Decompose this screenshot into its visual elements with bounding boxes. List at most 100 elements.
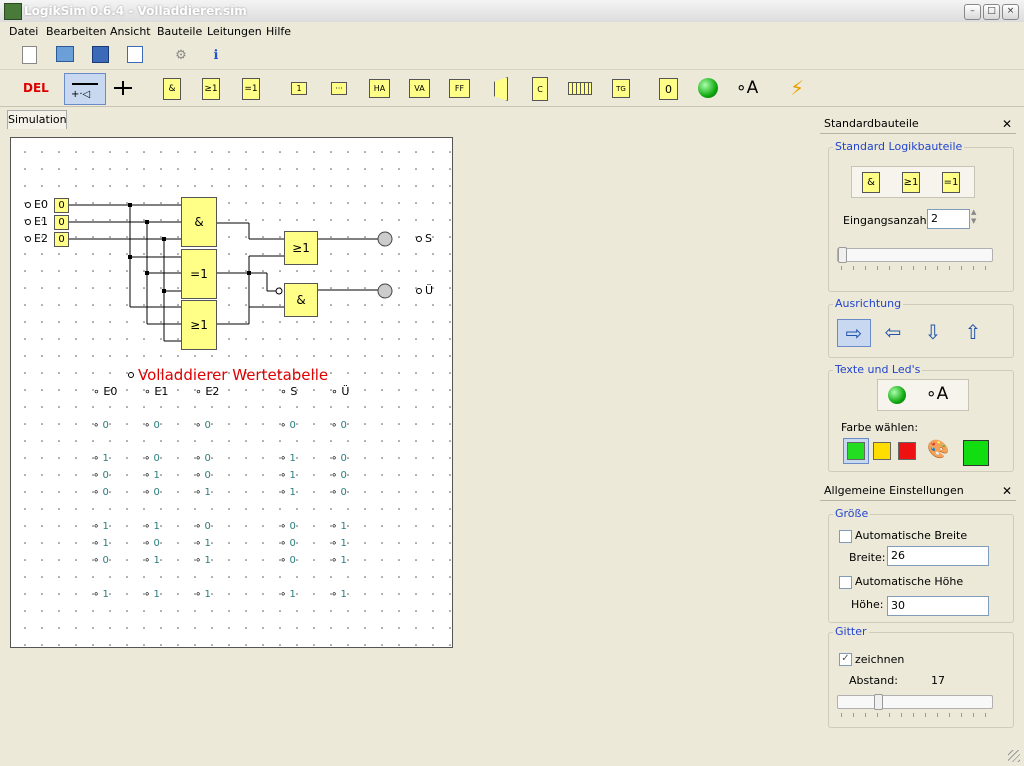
delete-button[interactable]: DEL — [23, 81, 49, 95]
xor-gate-icon[interactable]: =1 — [242, 78, 260, 100]
text-tool-icon[interactable]: ∘A — [736, 78, 758, 98]
orientation-right-icon[interactable]: ⇨ — [837, 319, 871, 347]
menu-bearbeiten[interactable]: Bearbeiten — [46, 25, 106, 38]
table-cell: ∘ 0 — [144, 420, 160, 431]
width-field[interactable]: 26 — [887, 546, 989, 566]
orientation-down-icon[interactable]: ⇩ — [917, 319, 949, 345]
settings-gear-icon[interactable]: ⚙ — [172, 46, 190, 64]
minimize-button[interactable]: – — [964, 4, 981, 20]
panel-title-standard: Standardbauteile — [824, 117, 919, 130]
and-gate-1[interactable]: & — [181, 197, 217, 247]
save-as-icon[interactable] — [127, 46, 143, 63]
or-gate-1[interactable]: ≥1 — [181, 300, 217, 350]
auto-width-label: Automatische Breite — [855, 529, 968, 542]
menu-ansicht[interactable]: Ansicht — [110, 25, 151, 38]
xor-gate[interactable]: =1 — [181, 249, 217, 299]
save-icon[interactable] — [92, 46, 109, 63]
and-gate-output[interactable]: & — [284, 283, 318, 317]
orientation-left-icon[interactable]: ⇦ — [877, 319, 909, 345]
group-title-standard-gates: Standard Logikbauteile — [833, 140, 965, 153]
gate-chooser: & ≥1 =1 — [851, 166, 975, 198]
full-adder-icon[interactable]: VA — [409, 79, 430, 98]
new-file-icon[interactable] — [22, 46, 37, 64]
table-cell: ∘ 0 — [331, 487, 347, 498]
input-switch-e0[interactable]: 0 — [54, 198, 69, 213]
circuit-canvas[interactable]: E0 E1 E2 0 0 0 & =1 ≥1 ≥1 & S Ü Volladdi… — [10, 137, 453, 648]
table-cell: ∘ 0 — [144, 453, 160, 464]
input-switch-e1[interactable]: 0 — [54, 215, 69, 230]
slider-thumb[interactable] — [838, 247, 847, 263]
draw-grid-checkbox[interactable]: ✓ — [839, 653, 852, 666]
color-swatch-red[interactable] — [898, 442, 916, 460]
table-cell: ∘ 1 — [144, 589, 160, 600]
color-palette-icon[interactable]: 🎨 — [927, 439, 949, 460]
input-count-spinner[interactable]: ▲ ▼ — [971, 208, 976, 226]
selected-color-preview — [963, 440, 989, 466]
close-button[interactable]: × — [1002, 4, 1019, 20]
menu-hilfe[interactable]: Hilfe — [266, 25, 291, 38]
and-gate-icon[interactable]: & — [163, 78, 181, 100]
wire-tool-button[interactable]: +·◁ — [64, 73, 106, 105]
color-label: Farbe wählen: — [841, 421, 919, 434]
grid-slider-ticks — [841, 713, 991, 717]
table-cell: ∘ 1 — [331, 589, 347, 600]
input-label-e1: E1 — [34, 215, 48, 228]
chooser-led-icon[interactable] — [888, 386, 906, 404]
color-swatch-green[interactable] — [847, 442, 865, 460]
menu-bauteile[interactable]: Bauteile — [157, 25, 202, 38]
table-cell: ∘ 0 — [331, 470, 347, 481]
height-field[interactable]: 30 — [887, 596, 989, 616]
delay-gate-icon[interactable]: ··· — [331, 82, 347, 95]
or-gate-icon[interactable]: ≥1 — [202, 78, 220, 100]
table-cell: ∘ 1 — [93, 453, 109, 464]
open-folder-icon[interactable] — [56, 46, 74, 62]
or-gate-output[interactable]: ≥1 — [284, 231, 318, 265]
output-label-carry: Ü — [425, 284, 434, 297]
half-adder-icon[interactable]: HA — [369, 79, 390, 98]
close-panel-icon[interactable]: ✕ — [1002, 115, 1012, 133]
table-cell: ∘ 1 — [280, 470, 296, 481]
close-panel-icon[interactable]: ✕ — [1002, 482, 1012, 500]
grid-slider-thumb[interactable] — [874, 694, 883, 710]
table-cell: ∘ 1 — [144, 521, 160, 532]
input-switch-icon[interactable]: 0 — [659, 78, 678, 100]
info-icon[interactable]: ℹ — [207, 46, 225, 64]
buffer-gate-icon[interactable]: 1 — [291, 82, 307, 95]
menu-leitungen[interactable]: Leitungen — [207, 25, 262, 38]
input-switch-e2[interactable]: 0 — [54, 232, 69, 247]
chooser-xor-gate[interactable]: =1 — [942, 172, 960, 193]
table-cell: ∘ 0 — [93, 487, 109, 498]
table-cell: ∘ 0 — [195, 420, 211, 431]
chooser-or-gate[interactable]: ≥1 — [902, 172, 920, 193]
clock-generator-icon[interactable]: TG — [612, 79, 630, 98]
standard-gates-group: Standard Logikbauteile & ≥1 =1 Eingangsa… — [828, 140, 1014, 292]
standard-components-panel: Standardbauteile ✕ Standard Logikbauteil… — [820, 115, 1016, 480]
resize-grip-icon[interactable] — [1008, 750, 1020, 762]
led-icon[interactable] — [698, 78, 718, 98]
table-header-s: ∘ S — [280, 385, 298, 398]
auto-height-checkbox[interactable] — [839, 576, 852, 589]
auto-width-checkbox[interactable] — [839, 530, 852, 543]
draw-grid-label: zeichnen — [855, 653, 905, 666]
counter-icon[interactable]: C — [532, 77, 548, 101]
flipflop-icon[interactable]: FF — [449, 79, 470, 98]
orientation-up-icon[interactable]: ⇧ — [957, 319, 989, 345]
multiplexer-icon[interactable] — [494, 77, 508, 101]
grid-spacing-slider[interactable] — [837, 694, 993, 710]
orientation-group: Ausrichtung ⇨ ⇦ ⇩ ⇧ — [828, 297, 1014, 358]
input-count-field[interactable]: 2 — [927, 209, 970, 229]
register-icon[interactable] — [568, 82, 592, 95]
maximize-button[interactable]: □ — [983, 4, 1000, 20]
chooser-and-gate[interactable]: & — [862, 172, 880, 193]
table-cell: ∘ 0 — [331, 453, 347, 464]
simulate-lightning-icon[interactable]: ⚡ — [790, 76, 804, 100]
menu-datei[interactable]: Datei — [9, 25, 38, 38]
chooser-text-icon[interactable]: ∘A — [926, 384, 948, 404]
input-count-slider[interactable] — [837, 247, 993, 263]
table-cell: ∘ 1 — [280, 487, 296, 498]
tab-simulation[interactable]: Simulation — [7, 110, 67, 129]
color-swatch-yellow[interactable] — [873, 442, 891, 460]
width-label: Breite: — [849, 551, 886, 564]
table-cell: ∘ 0 — [280, 555, 296, 566]
group-title-texts-leds: Texte und Led's — [833, 363, 923, 376]
